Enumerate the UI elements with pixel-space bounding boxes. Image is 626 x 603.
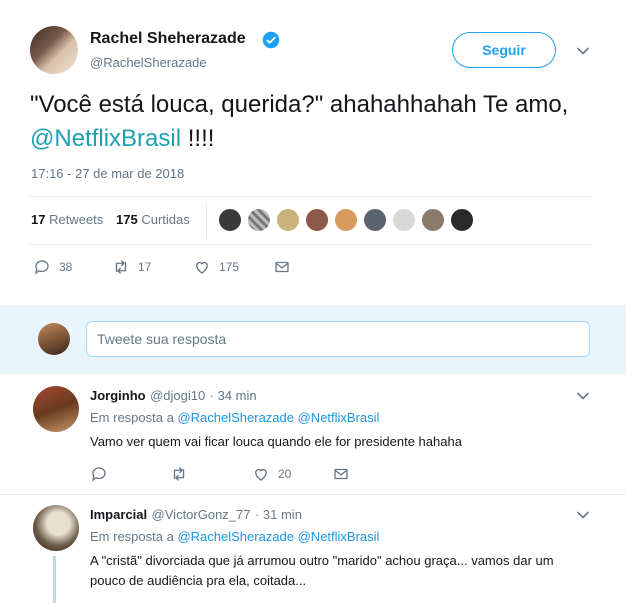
author-name[interactable]: Rachel Sheherazade	[90, 30, 246, 48]
liker-avatars	[218, 208, 478, 234]
retweet-count: 17	[138, 260, 152, 274]
reply-icon	[34, 260, 49, 275]
tweet-timestamp[interactable]: 17:16 - 27 de mar de 2018	[31, 166, 184, 181]
in-reply-label: Em resposta a	[90, 410, 174, 425]
chevron-down-icon[interactable]	[576, 508, 590, 522]
liker-avatar[interactable]	[421, 208, 445, 232]
reply-text: Vamo ver quem vai ficar louca quando ele…	[90, 434, 462, 449]
divider	[0, 373, 626, 374]
author-handle[interactable]: @RachelSherazade	[90, 55, 207, 70]
direct-message-action[interactable]	[332, 465, 350, 483]
reply-header: Jorginho @djogi10 · 34 min	[90, 387, 257, 405]
chevron-down-icon[interactable]	[576, 389, 590, 403]
like-action[interactable]: 20	[252, 465, 291, 483]
reply-header: Imparcial @VictorGonz_77 · 31 min	[90, 506, 302, 524]
liker-avatar[interactable]	[450, 208, 474, 232]
tweet-text-tail: !!!!	[181, 125, 215, 152]
reply-author-avatar[interactable]	[33, 505, 79, 551]
current-user-avatar[interactable]	[38, 323, 70, 355]
verified-icon	[262, 31, 280, 49]
in-reply-mentions[interactable]: @RachelSherazade @NetflixBrasil	[177, 529, 379, 544]
retweet-icon	[173, 467, 185, 481]
retweet-action[interactable]	[170, 465, 188, 483]
reply-placeholder: Tweete sua resposta	[97, 331, 227, 347]
reply-count: 38	[59, 260, 73, 274]
likes-stat[interactable]: 175 Curtidas	[116, 212, 190, 227]
retweet-icon	[115, 260, 127, 274]
message-icon	[334, 468, 348, 480]
retweets-label: Retweets	[49, 212, 104, 227]
reply-composer: Tweete sua resposta	[0, 305, 626, 373]
in-reply-to: Em resposta a @RachelSherazade @NetflixB…	[90, 529, 379, 544]
reply-text-line: pouco de audiência pra ela, coitada...	[90, 573, 307, 588]
like-action[interactable]: 175	[193, 258, 239, 276]
liker-avatar[interactable]	[334, 208, 358, 232]
reply-time[interactable]: · 31 min	[255, 507, 302, 522]
reply-author-avatar[interactable]	[33, 386, 79, 432]
chevron-down-icon[interactable]	[576, 44, 590, 58]
reply-author-name[interactable]: Jorginho	[90, 388, 146, 403]
heart-icon	[196, 261, 208, 274]
heart-icon	[255, 468, 267, 481]
retweet-action[interactable]: 17	[112, 258, 151, 276]
reply-author-name[interactable]: Imparcial	[90, 507, 147, 522]
divider	[30, 244, 592, 245]
liker-avatar[interactable]	[392, 208, 416, 232]
liker-avatar[interactable]	[218, 208, 242, 232]
likes-count: 175	[116, 212, 138, 227]
reply-time[interactable]: · 34 min	[210, 388, 257, 403]
retweets-count: 17	[31, 212, 46, 227]
reply-text-line: A "cristã" divorciada que já arrumou out…	[90, 553, 554, 568]
liker-avatar[interactable]	[363, 208, 387, 232]
liker-avatar[interactable]	[276, 208, 300, 232]
tweet-mention-link[interactable]: @NetflixBrasil	[30, 125, 181, 152]
in-reply-mentions[interactable]: @RachelSherazade @NetflixBrasil	[177, 410, 379, 425]
reply-action[interactable]	[90, 465, 108, 483]
liker-avatar[interactable]	[247, 208, 271, 232]
retweets-stat[interactable]: 17 Retweets	[31, 212, 103, 227]
reply-author-handle[interactable]: @djogi10	[150, 388, 205, 403]
reply-text: A "cristã" divorciada que já arrumou out…	[90, 551, 600, 591]
in-reply-label: Em resposta a	[90, 529, 174, 544]
reply-author-handle[interactable]: @VictorGonz_77	[152, 507, 251, 522]
like-count: 20	[278, 467, 292, 481]
reply-input[interactable]: Tweete sua resposta	[86, 321, 590, 357]
divider	[0, 494, 626, 495]
divider	[30, 196, 592, 197]
liker-avatar[interactable]	[305, 208, 329, 232]
reply-icon	[91, 467, 106, 482]
like-count: 175	[219, 260, 240, 274]
tweet-text: "Você está louca, querida?" ahahahhahah …	[30, 88, 590, 156]
message-icon	[275, 261, 289, 273]
stats-separator	[206, 203, 207, 239]
follow-button[interactable]: Seguir	[452, 32, 556, 68]
likes-label: Curtidas	[141, 212, 190, 227]
direct-message-action[interactable]	[273, 258, 291, 276]
reply-thread-line	[53, 556, 56, 603]
reply-action[interactable]: 38	[33, 258, 72, 276]
tweet-text-body: "Você está louca, querida?" ahahahhahah …	[30, 91, 569, 118]
author-avatar[interactable]	[30, 26, 78, 74]
in-reply-to: Em resposta a @RachelSherazade @NetflixB…	[90, 410, 379, 425]
